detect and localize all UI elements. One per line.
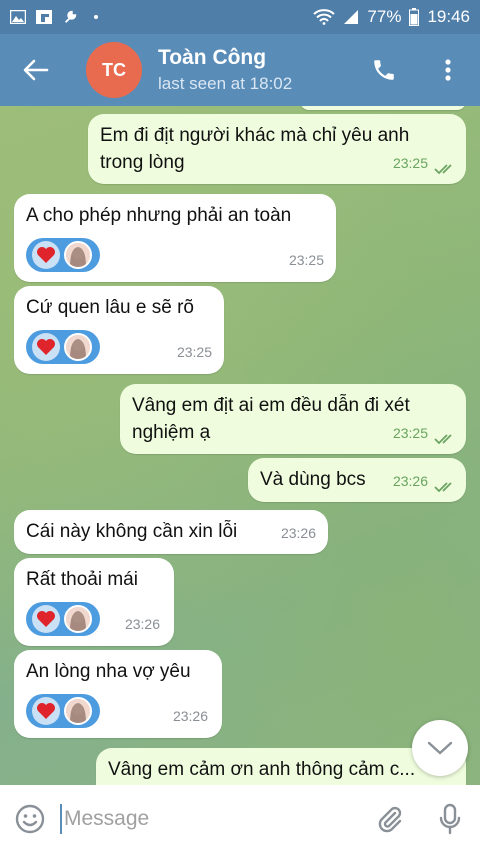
paperclip-icon <box>378 806 402 833</box>
voice-message-button[interactable] <box>420 785 480 853</box>
message-text: Rất thoải mái <box>26 569 138 590</box>
reactor-avatar <box>64 241 92 269</box>
contact-name: Toàn Công <box>158 46 267 69</box>
incoming-message[interactable]: Rất thoải mái 23:26 <box>14 558 174 646</box>
message-text: Vâng em địt ai em đều dẫn đi xét <box>132 395 410 416</box>
reactor-avatar <box>64 333 92 361</box>
message-list[interactable]: Em đi địt người khác mà chỉ yêu anh tron… <box>0 106 480 785</box>
message-time: 23:25 <box>288 252 324 268</box>
outgoing-message[interactable]: Em đi địt người khác mà chỉ yêu anh tron… <box>88 114 466 184</box>
message-text: Vâng em cảm ơn anh thông cảm c... <box>108 759 416 780</box>
outgoing-message[interactable]: Và dùng bcs 23:26 <box>248 458 466 502</box>
phone-icon <box>374 60 394 80</box>
back-button[interactable] <box>0 34 72 106</box>
last-seen-status: last seen at 18:02 <box>158 74 293 93</box>
chevron-down-icon <box>427 741 453 755</box>
clock: 19:46 <box>427 7 470 26</box>
flipboard-notification-icon <box>36 10 52 24</box>
kebab-menu-icon <box>445 59 451 81</box>
message-text: Em đi địt người khác mà chỉ yêu anh <box>100 125 410 146</box>
reaction-pill[interactable] <box>26 330 100 364</box>
arrow-left-icon <box>23 59 49 81</box>
contact-avatar[interactable]: TC <box>86 42 142 98</box>
read-receipt-icon <box>434 164 452 175</box>
reaction-pill[interactable] <box>26 694 100 728</box>
partial-message-bubble <box>300 106 466 110</box>
outgoing-message[interactable]: Vâng em cảm ơn anh thông cảm c... <box>96 748 466 785</box>
heart-reaction-icon <box>32 605 60 633</box>
message-time: 23:25 <box>176 344 212 360</box>
emoji-button[interactable] <box>0 785 60 853</box>
message-input[interactable] <box>60 804 320 834</box>
heart-reaction-icon <box>32 333 60 361</box>
reaction-pill[interactable] <box>26 602 100 636</box>
message-time: 23:26 <box>392 473 428 489</box>
incoming-message[interactable]: Cái này không cần xin lỗi 23:26 <box>14 510 328 554</box>
read-receipt-icon <box>434 434 452 445</box>
microphone-icon <box>439 803 461 835</box>
message-text: An lòng nha vợ yêu <box>26 661 191 682</box>
read-receipt-icon <box>434 482 452 493</box>
incoming-message[interactable]: An lòng nha vợ yêu 23:26 <box>14 650 222 738</box>
message-time: 23:25 <box>392 425 428 441</box>
chat-header: TC Toàn Công last seen at 18:02 <box>0 34 480 106</box>
incoming-message[interactable]: Cứ quen lâu e sẽ rõ 23:25 <box>14 286 224 374</box>
wifi-icon <box>313 9 336 25</box>
battery-icon <box>409 8 420 26</box>
call-button[interactable] <box>360 34 408 106</box>
message-time: 23:26 <box>124 616 160 632</box>
smiley-icon <box>15 804 45 834</box>
more-notifications-dot-icon <box>94 15 98 19</box>
message-time: 23:26 <box>172 708 208 724</box>
battery-percent: 77% <box>367 7 402 26</box>
heart-reaction-icon <box>32 697 60 725</box>
incoming-message[interactable]: A cho phép nhưng phải an toàn 23:25 <box>14 194 336 282</box>
contact-info[interactable]: Toàn Công last seen at 18:02 <box>158 46 292 94</box>
wrench-notification-icon <box>64 10 77 23</box>
reaction-pill[interactable] <box>26 238 100 272</box>
reactor-avatar <box>64 605 92 633</box>
message-text: Cái này không cần xin lỗi <box>26 521 238 542</box>
signal-icon <box>344 10 359 24</box>
message-text: A cho phép nhưng phải an toàn <box>26 205 292 226</box>
more-options-button[interactable] <box>424 34 472 106</box>
reactor-avatar <box>64 697 92 725</box>
message-composer <box>0 785 480 853</box>
attach-button[interactable] <box>360 785 420 853</box>
gallery-notification-icon <box>10 10 26 24</box>
heart-reaction-icon <box>32 241 60 269</box>
message-text: Cứ quen lâu e sẽ rõ <box>26 297 194 318</box>
message-time: 23:26 <box>280 525 316 541</box>
scroll-to-bottom-button[interactable] <box>412 720 468 776</box>
message-time: 23:25 <box>392 155 428 171</box>
outgoing-message[interactable]: Vâng em địt ai em đều dẫn đi xét nghiệm … <box>120 384 466 454</box>
status-bar: 77% 19:46 <box>0 0 480 34</box>
